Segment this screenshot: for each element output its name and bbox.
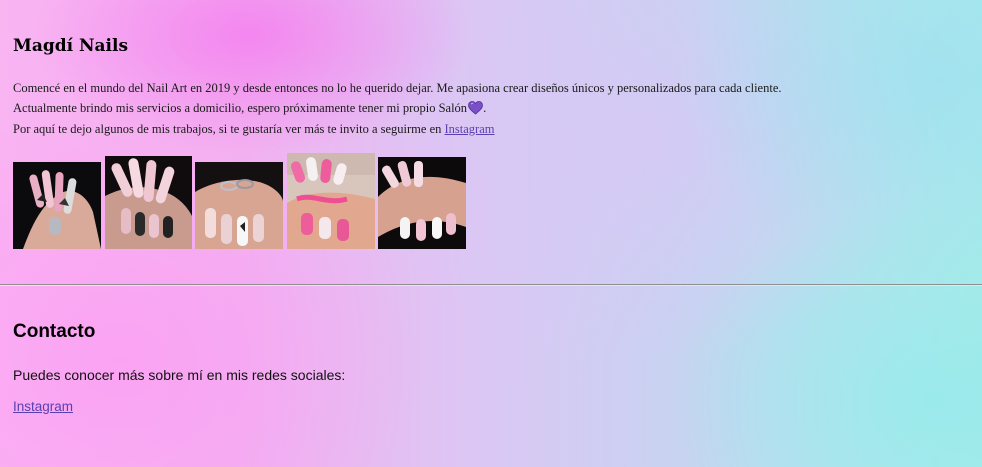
nail-photo-1[interactable] — [13, 162, 101, 249]
about-title: Magdí Nails — [13, 36, 129, 56]
purple-heart-icon — [468, 101, 483, 115]
nail-photo-4[interactable] — [287, 153, 375, 249]
nail-photo-2[interactable] — [105, 156, 192, 249]
about-line-2-text: Actualmente brindo mis servicios a domic… — [13, 101, 468, 115]
about-paragraph-line-1: Comencé en el mundo del Nail Art en 2019… — [13, 81, 782, 95]
contact-title: Contacto — [13, 321, 96, 342]
about-line-3-text: Por aquí te dejo algunos de mis trabajos… — [13, 122, 445, 136]
nail-photo-3[interactable] — [195, 162, 283, 249]
nail-photo-5[interactable] — [378, 157, 466, 249]
instagram-link-contact[interactable]: Instagram — [13, 399, 73, 414]
about-paragraph-line-2: Actualmente brindo mis servicios a domic… — [13, 101, 486, 116]
instagram-link-about[interactable]: Instagram — [445, 122, 495, 136]
about-line-2-end: . — [483, 101, 487, 115]
section-divider — [0, 284, 982, 286]
about-paragraph-line-3: Por aquí te dejo algunos de mis trabajos… — [13, 122, 494, 137]
contact-text: Puedes conocer más sobre mí en mis redes… — [13, 367, 346, 383]
